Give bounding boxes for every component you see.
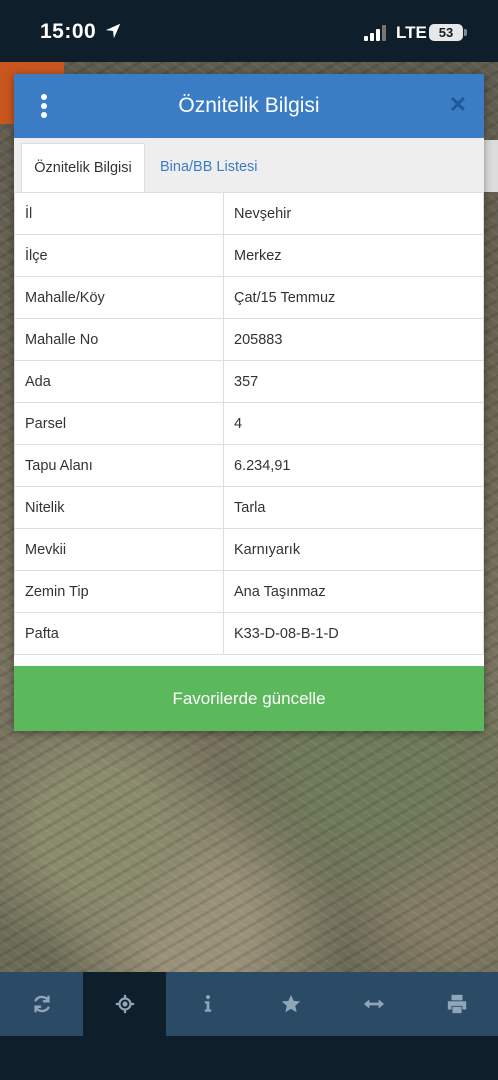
attr-key: Nitelik bbox=[14, 486, 224, 529]
table-row: Nitelik Tarla bbox=[14, 486, 484, 529]
attr-value: Nevşehir bbox=[223, 192, 484, 235]
table-row: İl Nevşehir bbox=[14, 192, 484, 235]
dialog-title: Öznitelik Bilgisi bbox=[178, 94, 320, 117]
attr-value: Merkez bbox=[223, 234, 484, 277]
refresh-icon bbox=[33, 995, 50, 1013]
print-button[interactable] bbox=[415, 972, 498, 1036]
table-row: İlçe Merkez bbox=[14, 234, 484, 277]
attr-value: Ana Taşınmaz bbox=[223, 570, 484, 613]
attr-value: Karnıyarık bbox=[223, 528, 484, 571]
tab-building-list[interactable]: Bina/BB Listesi bbox=[160, 143, 258, 192]
attr-key: Pafta bbox=[14, 612, 224, 655]
info-icon bbox=[204, 995, 211, 1012]
attr-key: Zemin Tip bbox=[14, 570, 224, 613]
map-panel-edge bbox=[484, 140, 498, 192]
refresh-button[interactable] bbox=[0, 972, 83, 1036]
table-row: Tapu Alanı 6.234,91 bbox=[14, 444, 484, 487]
update-favorites-button[interactable]: Favorilerde güncelle bbox=[14, 666, 484, 731]
attr-key: Parsel bbox=[14, 402, 224, 445]
table-row: Mahalle No 205883 bbox=[14, 318, 484, 361]
locate-icon bbox=[115, 994, 134, 1014]
attr-key: Mahalle/Köy bbox=[14, 276, 224, 319]
attr-key: İl bbox=[14, 192, 224, 235]
table-row: Parsel 4 bbox=[14, 402, 484, 445]
table-row: Zemin Tip Ana Taşınmaz bbox=[14, 570, 484, 613]
signal-icon bbox=[364, 25, 386, 41]
tab-bar: Öznitelik Bilgisi Bina/BB Listesi bbox=[14, 138, 484, 193]
favorites-button[interactable] bbox=[249, 972, 332, 1036]
attr-value: 4 bbox=[223, 402, 484, 445]
battery-tip bbox=[464, 29, 467, 36]
measure-icon bbox=[363, 999, 384, 1009]
measure-button[interactable] bbox=[332, 972, 415, 1036]
attr-key: Ada bbox=[14, 360, 224, 403]
attr-key: Mevkii bbox=[14, 528, 224, 571]
star-icon bbox=[281, 994, 300, 1013]
print-icon bbox=[447, 994, 466, 1014]
table-row: Ada 357 bbox=[14, 360, 484, 403]
attr-value: K33-D-08-B-1-D bbox=[223, 612, 484, 655]
info-button[interactable] bbox=[166, 972, 249, 1036]
attr-value: 205883 bbox=[223, 318, 484, 361]
attr-value: 357 bbox=[223, 360, 484, 403]
table-row: Mevkii Karnıyarık bbox=[14, 528, 484, 571]
location-arrow-icon bbox=[105, 23, 121, 39]
bottom-toolbar bbox=[0, 972, 498, 1036]
attr-value: Tarla bbox=[223, 486, 484, 529]
table-row: Pafta K33-D-08-B-1-D bbox=[14, 612, 484, 655]
status-bar: 15:00 LTE 53 bbox=[0, 0, 498, 62]
status-time: 15:00 bbox=[40, 20, 97, 43]
dialog-header: Öznitelik Bilgisi ✕ bbox=[14, 74, 484, 138]
battery-icon: 53 bbox=[429, 24, 463, 41]
close-icon[interactable]: ✕ bbox=[446, 92, 470, 118]
attribute-table: İl Nevşehir İlçe Merkez Mahalle/Köy Çat/15 … bbox=[14, 192, 484, 655]
locate-button[interactable] bbox=[83, 972, 166, 1036]
attribute-dialog: Öznitelik Bilgisi ✕ Öznitelik Bilgisi Bi… bbox=[14, 74, 484, 731]
network-label: LTE bbox=[396, 23, 427, 42]
attr-key: İlçe bbox=[14, 234, 224, 277]
more-vertical-icon[interactable] bbox=[40, 94, 48, 118]
attr-value: 6.234,91 bbox=[223, 444, 484, 487]
attr-key: Tapu Alanı bbox=[14, 444, 224, 487]
tab-attribute-info[interactable]: Öznitelik Bilgisi bbox=[21, 143, 145, 192]
table-row: Mahalle/Köy Çat/15 Temmuz bbox=[14, 276, 484, 319]
attr-key: Mahalle No bbox=[14, 318, 224, 361]
attr-value: Çat/15 Temmuz bbox=[223, 276, 484, 319]
home-indicator-area bbox=[0, 1036, 498, 1080]
